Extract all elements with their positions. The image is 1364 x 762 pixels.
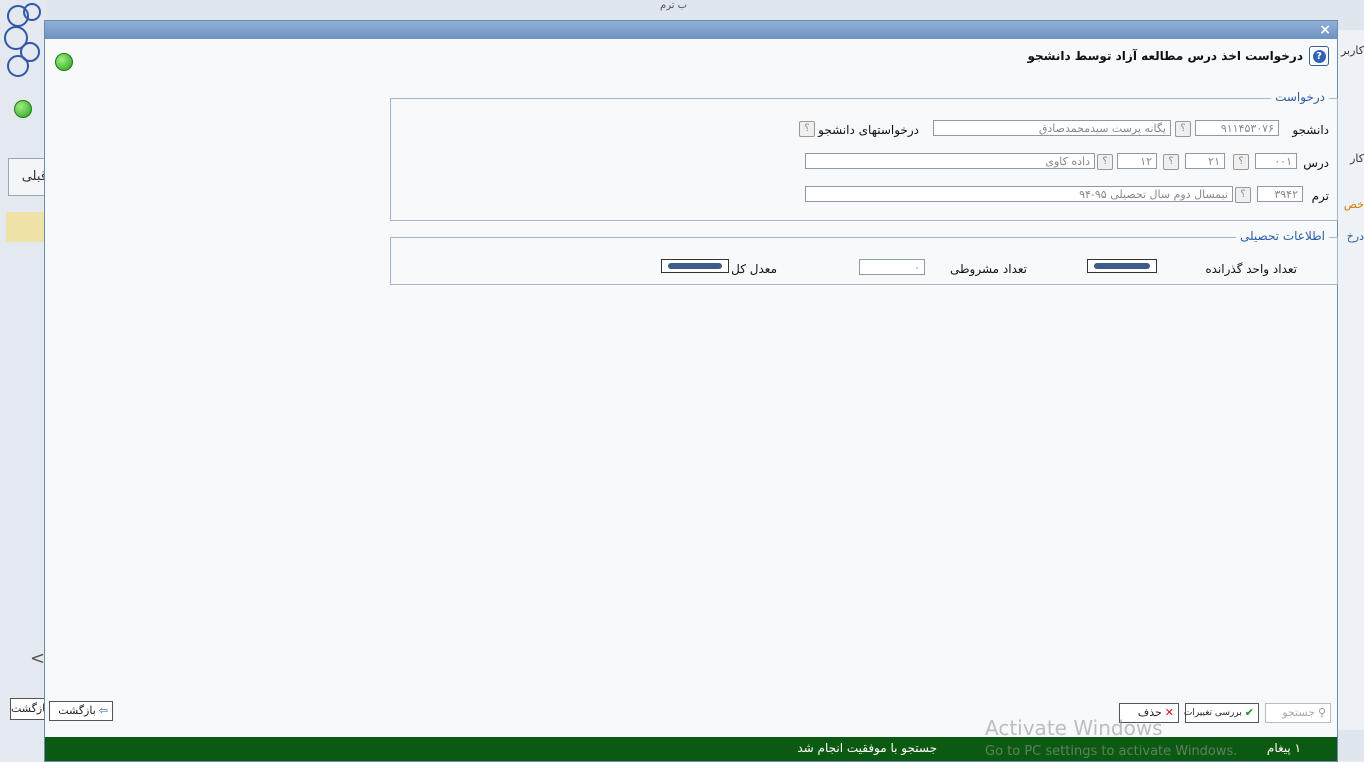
course-code-lookup-1[interactable]: ؟: [1233, 154, 1249, 170]
background-top-text: ب ترم: [660, 0, 688, 11]
course-name-field[interactable]: داده کاوی: [805, 153, 1095, 169]
course-code-lookup-3[interactable]: ؟: [1097, 154, 1113, 170]
background-right-text: کار: [1350, 152, 1364, 165]
help-icon: ?: [1312, 49, 1326, 63]
activation-watermark: Activate Windows: [985, 716, 1163, 740]
term-name-field[interactable]: نیمسال دوم سال تحصیلی ۹۵-۹۴: [805, 186, 1233, 202]
background-prev-tab[interactable]: قبلی: [8, 158, 48, 196]
chevron-left-icon[interactable]: <: [30, 648, 45, 669]
back-button[interactable]: ⇦ بازگشت: [49, 701, 113, 721]
request-section-legend: درخواست: [1271, 90, 1329, 104]
delete-x-icon: ✕: [1164, 706, 1174, 719]
gpa-label: معدل کل: [731, 262, 777, 276]
term-lookup-button[interactable]: ؟: [1235, 187, 1251, 203]
background-right-text: کاربر: [1340, 44, 1364, 57]
page-title: درخواست اخذ درس مطالعه آزاد توسط دانشجو: [1027, 49, 1303, 63]
student-name-field[interactable]: یگانه پرست سیدمحمدصادق: [933, 120, 1171, 136]
course-label: درس: [1303, 156, 1329, 170]
university-logo-icon: [4, 3, 41, 77]
status-message: جستجو با موفقیت انجام شد: [797, 741, 937, 755]
academic-info-legend: اطلاعات تحصیلی: [1235, 229, 1329, 243]
course-code-field-2[interactable]: ۲۱: [1185, 153, 1225, 169]
passed-units-label: تعداد واحد گذرانده: [1205, 262, 1297, 276]
academic-info-section: اطلاعات تحصیلی تعداد واحد گذرانده تعداد …: [390, 229, 1338, 285]
request-dialog: × ? درخواست اخذ درس مطالعه آزاد توسط دان…: [44, 20, 1338, 762]
help-button[interactable]: ?: [1309, 46, 1329, 66]
gpa-field: [661, 259, 729, 273]
search-button[interactable]: ⚲ جستجو: [1265, 703, 1331, 723]
success-check-icon: [55, 53, 73, 71]
background-right-text[interactable]: درخ: [1347, 230, 1364, 243]
activation-watermark-sub: Go to PC settings to activate Windows.: [985, 744, 1238, 759]
term-code-field[interactable]: ۳۹۴۲: [1257, 186, 1303, 202]
course-code-field-1[interactable]: ۰۰۱: [1255, 153, 1297, 169]
check-icon: [14, 100, 32, 118]
student-id-field[interactable]: ۹۱۱۴۵۳۰۷۶: [1195, 120, 1279, 136]
course-code-lookup-2[interactable]: ؟: [1163, 154, 1179, 170]
conditional-field[interactable]: ۰: [859, 259, 925, 275]
close-icon[interactable]: ×: [1319, 22, 1331, 38]
request-section: درخواست دانشجو ۹۱۱۴۵۳۰۷۶ ؟ یگانه پرست سی…: [390, 90, 1338, 221]
conditional-label: تعداد مشروطی: [949, 262, 1027, 276]
review-changes-button[interactable]: ✔ بررسی تغییرات: [1184, 703, 1259, 723]
student-lookup-button[interactable]: ؟: [1175, 121, 1191, 137]
checkmark-icon: ✔: [1244, 706, 1254, 719]
background-right-text: خص: [1343, 198, 1364, 211]
back-arrow-icon: ⇦: [98, 704, 108, 717]
course-code-field-3[interactable]: ۱۲: [1117, 153, 1157, 169]
student-requests-label: درخواستهای دانشجو: [818, 123, 919, 137]
message-count[interactable]: ۱ پیغام: [1267, 741, 1301, 755]
passed-units-field: [1087, 259, 1157, 273]
background-right-panel: کاربر کار خص درخ: [1336, 30, 1364, 730]
binoculars-icon: ⚲: [1317, 706, 1326, 719]
dialog-titlebar: ×: [45, 21, 1337, 39]
student-requests-button[interactable]: ؟: [799, 121, 815, 137]
student-label: دانشجو: [1292, 123, 1329, 137]
background-highlight-row: [6, 212, 46, 242]
term-label: ترم: [1311, 189, 1329, 203]
background-back-button[interactable]: بازگشت: [10, 698, 48, 720]
dialog-heading: ? درخواست اخذ درس مطالعه آزاد توسط دانشج…: [1027, 45, 1329, 67]
